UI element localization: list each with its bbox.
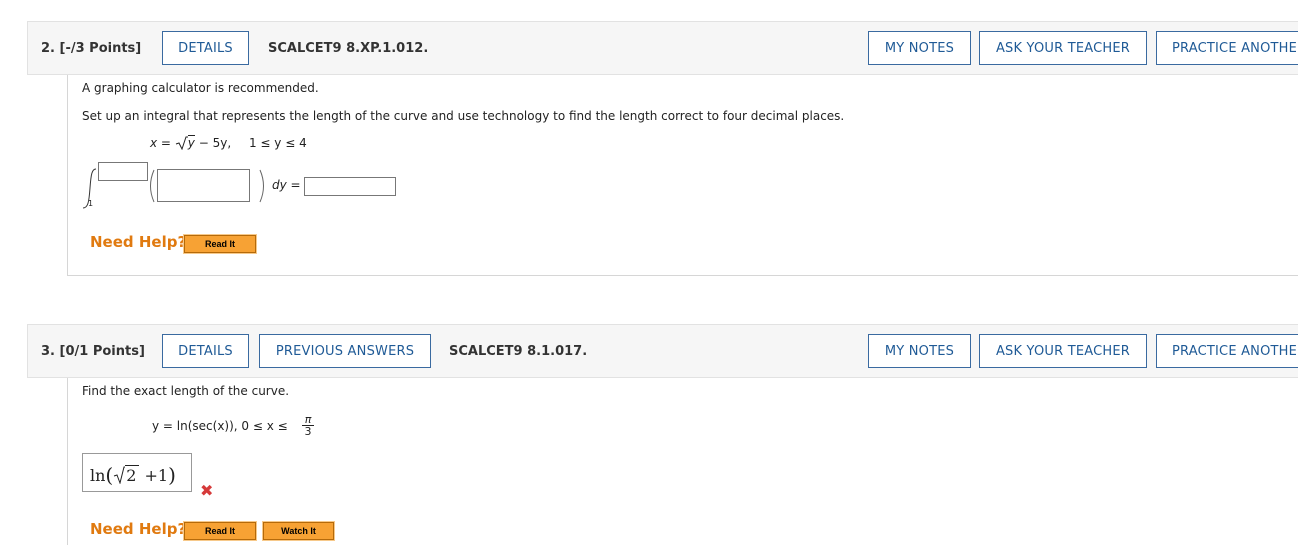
integrand-input[interactable]	[157, 169, 250, 202]
length-result-input[interactable]	[304, 177, 396, 196]
question-text: A graphing calculator is recommended.	[82, 81, 319, 95]
answer-ln: ln	[90, 466, 106, 485]
question-text: Find the exact length of the curve.	[82, 384, 290, 398]
answer-plus-one: +1	[144, 466, 169, 485]
my-notes-button[interactable]: MY NOTES	[868, 31, 971, 65]
question-points: [0/1 Points]	[59, 343, 145, 359]
question-2-header: 2. [-/3 Points] DETAILS SCALCET9 8.XP.1.…	[27, 21, 1298, 75]
question-number: 2.	[41, 40, 55, 56]
need-help-label: Need Help?	[90, 520, 187, 538]
answer-sqrt-argument: 2	[125, 465, 140, 485]
question-number: 3.	[41, 343, 55, 359]
read-it-button[interactable]: Read It	[183, 521, 257, 541]
integral-lower-limit: 1	[88, 199, 94, 208]
watch-it-button[interactable]: Watch It	[262, 521, 335, 541]
curve-equation: y = ln(sec(x)), 0 ≤ x ≤	[152, 419, 288, 433]
question-3-header: 3. [0/1 Points] DETAILS PREVIOUS ANSWERS…	[27, 324, 1298, 378]
question-2-number: 2. [-/3 Points]	[41, 22, 141, 74]
equation-range: 1 ≤ y ≤ 4	[248, 136, 307, 150]
previous-answers-button[interactable]: PREVIOUS ANSWERS	[259, 334, 431, 368]
left-paren-icon	[150, 169, 155, 203]
right-paren-icon	[259, 169, 264, 203]
equation-rest: − 5y,	[194, 136, 232, 150]
question-3-body: Find the exact length of the curve. y = …	[67, 378, 1298, 545]
question-3-number: 3. [0/1 Points]	[41, 325, 145, 377]
my-notes-button[interactable]: MY NOTES	[868, 334, 971, 368]
ask-your-teacher-button[interactable]: ASK YOUR TEACHER	[979, 334, 1147, 368]
question-points: [-/3 Points]	[59, 40, 142, 56]
question-2-body: A graphing calculator is recommended. Se…	[67, 75, 1298, 276]
submitted-answer-box: ln(2 +1)	[82, 453, 192, 492]
ask-your-teacher-button[interactable]: ASK YOUR TEACHER	[979, 31, 1147, 65]
details-button[interactable]: DETAILS	[162, 334, 249, 368]
question-code: SCALCET9 8.1.017.	[449, 343, 588, 359]
curve-equation: x = y − 5y, 1 ≤ y ≤ 4	[150, 135, 307, 151]
integral-upper-limit-input[interactable]	[98, 162, 148, 181]
need-help-label: Need Help?	[90, 233, 187, 251]
question-code: SCALCET9 8.XP.1.012.	[268, 40, 429, 56]
practice-another-button[interactable]: PRACTICE ANOTHER	[1156, 334, 1298, 368]
fraction-denominator: 3	[304, 425, 312, 438]
fraction-pi-over-3: π 3	[302, 414, 314, 438]
practice-another-button[interactable]: PRACTICE ANOTHER	[1156, 31, 1298, 65]
details-button[interactable]: DETAILS	[162, 31, 249, 65]
sqrt-icon	[175, 136, 188, 151]
read-it-button[interactable]: Read It	[183, 234, 257, 254]
incorrect-icon: ✖	[200, 481, 214, 500]
sqrt-argument: y	[187, 135, 195, 150]
question-text: Set up an integral that represents the l…	[82, 109, 845, 123]
sqrt-icon	[114, 466, 126, 485]
dy-label: dy =	[272, 178, 301, 192]
